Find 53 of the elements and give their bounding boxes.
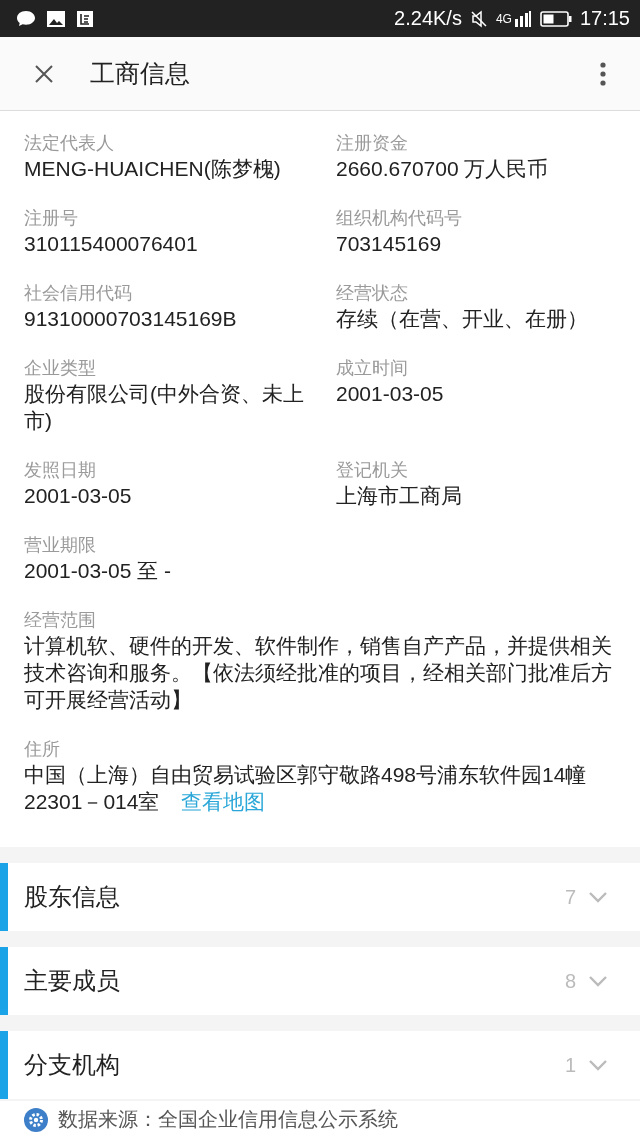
field-label: 住所 — [24, 738, 61, 761]
chat-icon — [16, 9, 36, 28]
field-value: 310115400076401 — [24, 231, 199, 257]
field-label: 经营范围 — [24, 609, 97, 632]
field-label: 登记机关 — [336, 459, 409, 482]
section-title: 分支机构 — [24, 1050, 121, 1080]
field-value: 2660.670700 万人民币 — [336, 156, 550, 182]
field-value: 上海市工商局 — [336, 483, 463, 509]
page-title: 工商信息 — [90, 58, 191, 89]
battery-icon — [539, 9, 572, 28]
chevron-down-icon — [588, 1059, 608, 1071]
field-label: 法定代表人 — [24, 132, 115, 155]
address-line: 22301－014室 — [24, 789, 160, 815]
gear-icon — [24, 1107, 48, 1132]
field-value: 2001-03-05 — [336, 381, 445, 407]
field-label: 发照日期 — [24, 459, 97, 482]
field-value: 2001-03-05 至 - — [24, 558, 173, 584]
network-type: 4G — [495, 11, 512, 26]
chevron-down-icon — [588, 891, 608, 903]
field-value: 91310000703145169B — [24, 306, 238, 332]
mute-icon — [469, 9, 488, 28]
more-icon[interactable] — [600, 61, 606, 86]
field-value: 703145169 — [336, 231, 443, 257]
image-icon — [46, 9, 66, 28]
field-value: 2001-03-05 — [24, 483, 133, 509]
field-label: 注册号 — [24, 207, 79, 230]
network-speed: 2.24K/s — [394, 7, 462, 30]
section-count: 1 — [564, 1053, 576, 1077]
field-value: 计算机软、硬件的开发、软件制作，销售自产产品，并提供相关技术咨询和服务。【依法须经批准的项目，经相关部门批准后方可开展经营活动】 — [24, 633, 613, 713]
close-icon[interactable] — [34, 63, 54, 84]
field-label: 组织机构代码号 — [336, 207, 463, 230]
field-label: 社会信用代码 — [24, 282, 133, 305]
section-row[interactable]: 主要成员 8 — [0, 947, 640, 1015]
address-line: 中国（上海）自由贸易试验区郭守敬路498号浦东软件园14幢 — [24, 762, 587, 788]
field-value: 存续（在营、开业、在册） — [336, 306, 589, 332]
field-label: 企业类型 — [24, 357, 97, 380]
field-value: 股份有限公司(中外合资、未上市) — [24, 381, 305, 434]
section-row[interactable]: 股东信息 7 — [0, 863, 640, 931]
chevron-down-icon — [588, 975, 608, 987]
section-count: 7 — [564, 885, 576, 909]
field-label: 成立时间 — [336, 357, 409, 380]
section-count: 8 — [564, 969, 576, 993]
field-value: MENG-HUAICHEN(陈梦槐) — [24, 156, 282, 182]
section-title: 主要成员 — [24, 966, 121, 996]
clock: 17:15 — [579, 7, 630, 30]
app-icon — [76, 9, 94, 28]
section-row[interactable]: 分支机构 1 — [0, 1031, 640, 1099]
data-source-note: 数据来源：全国企业信用信息公示系统 — [58, 1107, 398, 1132]
field-label: 营业期限 — [24, 534, 97, 557]
signal-icon — [513, 9, 532, 28]
field-label: 经营状态 — [336, 282, 409, 305]
section-title: 股东信息 — [24, 882, 121, 912]
field-label: 注册资金 — [336, 132, 409, 155]
